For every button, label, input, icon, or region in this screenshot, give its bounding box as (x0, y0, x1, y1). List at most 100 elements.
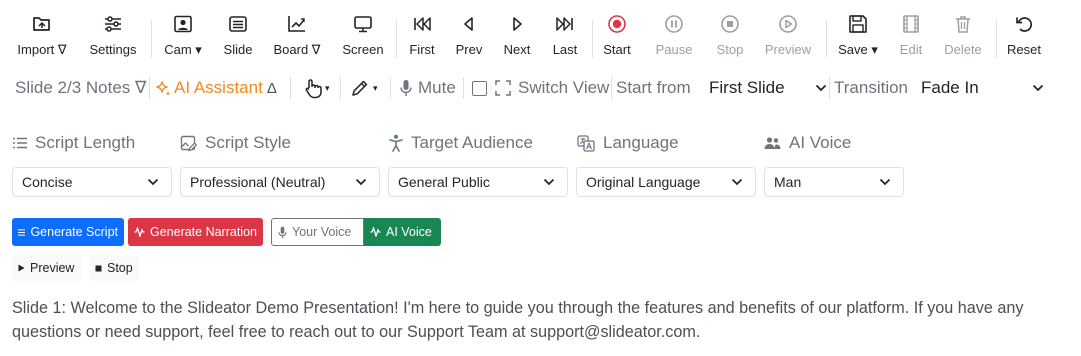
mute-label: Mute (418, 78, 456, 97)
play-icon (779, 15, 797, 33)
cam-label: Cam ▾ (164, 42, 202, 57)
last-label: Last (552, 42, 578, 57)
transition-select[interactable]: Fade In (916, 72, 1044, 104)
list-icon (13, 137, 27, 149)
start-from-label: Start from (616, 78, 691, 97)
transition-label: Transition (834, 78, 909, 97)
generate-script-button[interactable]: Generate Script (12, 218, 124, 246)
screen-label: Screen (342, 42, 384, 57)
start-record-button[interactable]: Start (600, 6, 634, 68)
pause-icon (665, 15, 683, 33)
next-icon (513, 17, 522, 31)
ai-assistant-caret: Δ (266, 79, 277, 97)
preview-audio-button[interactable]: Preview (12, 255, 82, 281)
sliders-icon (105, 16, 121, 32)
preview-label: Preview (764, 42, 812, 57)
ai-assistant-label: AI Assistant (174, 78, 263, 97)
toolbar-divider (396, 20, 397, 58)
ai-assistant-button[interactable]: AI Assistant Δ (155, 72, 277, 104)
script-length-select[interactable]: Concise (12, 167, 172, 197)
bar-divider (290, 77, 291, 99)
start-label: Start (603, 42, 631, 57)
script-style-label: Script Style (180, 132, 291, 154)
prev-icon (464, 17, 473, 31)
image-edit-icon (180, 135, 197, 151)
target-audience-value: General Public (398, 174, 490, 190)
sparkle-icon (156, 80, 171, 96)
pause-button[interactable]: Pause (652, 6, 696, 68)
stop-audio-button[interactable]: Stop (89, 255, 139, 281)
last-button[interactable]: Last (548, 6, 582, 68)
pen-tool-button[interactable]: ▾ (350, 72, 378, 104)
cam-button[interactable]: Cam ▾ (160, 6, 206, 68)
bar-divider (390, 77, 391, 99)
translate-icon (577, 134, 595, 152)
script-text[interactable]: Slide 1: Welcome to the Slideator Demo P… (12, 296, 1074, 344)
board-label: Board ∇ (273, 42, 321, 57)
toolbar-divider (151, 20, 152, 58)
film-edit-icon (903, 15, 919, 33)
reset-label: Reset (1007, 42, 1041, 57)
slide-label: Slide (223, 42, 253, 57)
ai-voice-value: Man (774, 174, 802, 190)
skip-last-icon (556, 17, 573, 31)
import-button[interactable]: Import ∇ (12, 6, 72, 68)
hand-pointer-icon (305, 79, 322, 99)
bar-divider (611, 77, 612, 99)
slide-notes-dropdown[interactable]: Slide 2/3 Notes ∇ (15, 72, 146, 104)
ai-voice-label: AI Voice (764, 132, 851, 154)
generate-narration-button[interactable]: Generate Narration (128, 218, 263, 246)
prev-label: Prev (455, 42, 483, 57)
first-button[interactable]: First (404, 6, 440, 68)
board-button[interactable]: Board ∇ (270, 6, 324, 68)
pen-icon (352, 80, 368, 96)
bar-divider (340, 77, 341, 99)
fullscreen-icon (495, 80, 511, 96)
record-icon (608, 15, 626, 33)
pointer-tool-button[interactable]: ▾ (302, 72, 330, 104)
slide-icon (229, 16, 247, 32)
main-toolbar: Import ∇ Settings Cam ▾ Slide Board ∇ Sc… (0, 6, 1081, 68)
slide-button[interactable]: Slide (218, 6, 258, 68)
stop-icon (95, 265, 102, 271)
switch-view-toggle[interactable]: Switch View (472, 72, 609, 104)
your-voice-button[interactable]: Your Voice (271, 218, 364, 246)
bar-divider (149, 77, 150, 99)
mute-button[interactable]: Mute (399, 72, 456, 104)
lines-icon (18, 228, 26, 236)
script-style-select[interactable]: Professional (Neutral) (180, 167, 380, 197)
reset-button[interactable]: Reset (1004, 6, 1044, 68)
trash-icon (956, 16, 970, 33)
script-style-value: Professional (Neutral) (190, 174, 326, 190)
switch-view-checkbox[interactable] (472, 80, 487, 96)
chevron-down-icon (1032, 84, 1044, 92)
edit-button[interactable]: Edit (894, 6, 928, 68)
bar-divider (463, 77, 464, 99)
start-from-select[interactable]: First Slide (703, 72, 827, 104)
waveform-icon (134, 227, 145, 237)
target-audience-select[interactable]: General Public (388, 167, 568, 197)
save-label: Save ▾ (838, 42, 878, 57)
settings-button[interactable]: Settings (84, 6, 142, 68)
start-from-value: First Slide (709, 78, 785, 97)
edit-label: Edit (899, 42, 923, 57)
save-button[interactable]: Save ▾ (834, 6, 882, 68)
screen-button[interactable]: Screen (338, 6, 388, 68)
script-length-value: Concise (22, 174, 73, 190)
prev-button[interactable]: Prev (452, 6, 486, 68)
next-button[interactable]: Next (500, 6, 534, 68)
chevron-down-icon (731, 178, 743, 186)
delete-button[interactable]: Delete (940, 6, 986, 68)
toolbar-divider (826, 20, 827, 58)
stop-record-button[interactable]: Stop (712, 6, 748, 68)
preview-button[interactable]: Preview (762, 6, 814, 68)
first-label: First (409, 42, 435, 57)
ai-voice-button[interactable]: AI Voice (364, 218, 441, 246)
chart-board-icon (288, 16, 305, 32)
ai-voice-select[interactable]: Man (764, 167, 904, 197)
person-icon (389, 134, 403, 152)
import-label: Import ∇ (17, 42, 67, 57)
play-icon (18, 264, 25, 272)
language-select[interactable]: Original Language (576, 167, 756, 197)
webcam-icon (174, 15, 192, 33)
